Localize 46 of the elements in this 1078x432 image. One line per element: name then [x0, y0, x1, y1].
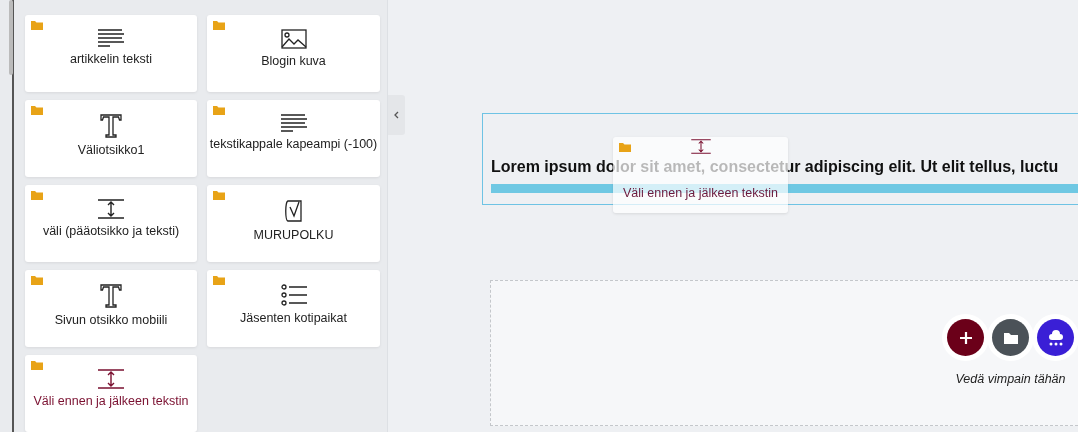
- section-text: Lorem ipsum dolor sit amet, consectetur adipiscing elit. Ut elit tellus, luctu: [491, 157, 1059, 177]
- folder-icon: [31, 191, 43, 200]
- folder-icon: [31, 276, 43, 285]
- widget-label: MURUPOLKU: [253, 229, 334, 243]
- widget-label: Väli ennen ja jälkeen tekstin: [623, 185, 778, 202]
- spacing-icon: [98, 369, 124, 389]
- widget-card[interactable]: väli (pääotsikko ja teksti): [25, 185, 197, 262]
- plus-icon: [959, 331, 972, 344]
- widget-card[interactable]: Sivun otsikko mobiili: [25, 270, 197, 347]
- widget-card[interactable]: Jäsenten kotipaikat: [207, 270, 380, 347]
- folder-icon: [213, 276, 225, 285]
- widget-label: Blogin kuva: [261, 55, 326, 69]
- folder-icon: [31, 21, 43, 30]
- widget-card[interactable]: MURUPOLKU: [207, 185, 380, 262]
- widget-card[interactable]: artikkelin teksti: [25, 15, 197, 92]
- folder-icon: [213, 106, 225, 115]
- folder-icon: [31, 106, 43, 115]
- serif-t-icon: [100, 284, 122, 308]
- spacing-icon: [689, 139, 712, 154]
- widget-card[interactable]: tekstikappale kapeampi (-100): [207, 100, 380, 177]
- widget-card[interactable]: Väliotsikko1: [25, 100, 197, 177]
- widget-label: Sivun otsikko mobiili: [54, 314, 168, 328]
- widget-card[interactable]: Blogin kuva: [207, 15, 380, 92]
- chevron-left-icon: [394, 111, 399, 119]
- list-icon: [280, 284, 307, 306]
- widget-label: Jäsenten kotipaikat: [240, 312, 347, 326]
- folder-icon: [31, 361, 43, 370]
- widget-label: artikkelin teksti: [70, 53, 152, 67]
- check-scroll-icon: [283, 199, 304, 223]
- text-lines-icon: [280, 114, 307, 132]
- scrollbar-thumb[interactable]: [9, 0, 13, 75]
- folder-icon: [619, 143, 631, 152]
- text-lines-icon: [98, 29, 124, 47]
- widget-label: Väliotsikko1: [77, 144, 145, 158]
- widget-label: Väli ennen ja jälkeen tekstin: [33, 395, 189, 409]
- widget-label: tekstikappale kapeampi (-100): [209, 138, 378, 152]
- folder-icon: [213, 21, 225, 30]
- cloud-icon: [1047, 329, 1064, 346]
- folder-icon: [1003, 331, 1018, 344]
- spacing-icon: [98, 199, 124, 219]
- widget-label: väli (pääotsikko ja teksti): [42, 225, 180, 239]
- image-icon: [280, 29, 307, 49]
- serif-t-icon: [100, 114, 122, 138]
- folder-icon: [213, 191, 225, 200]
- drop-hint: Vedä vimpain tähän: [955, 371, 1066, 388]
- widget-card[interactable]: Väli ennen ja jälkeen tekstin: [25, 355, 197, 432]
